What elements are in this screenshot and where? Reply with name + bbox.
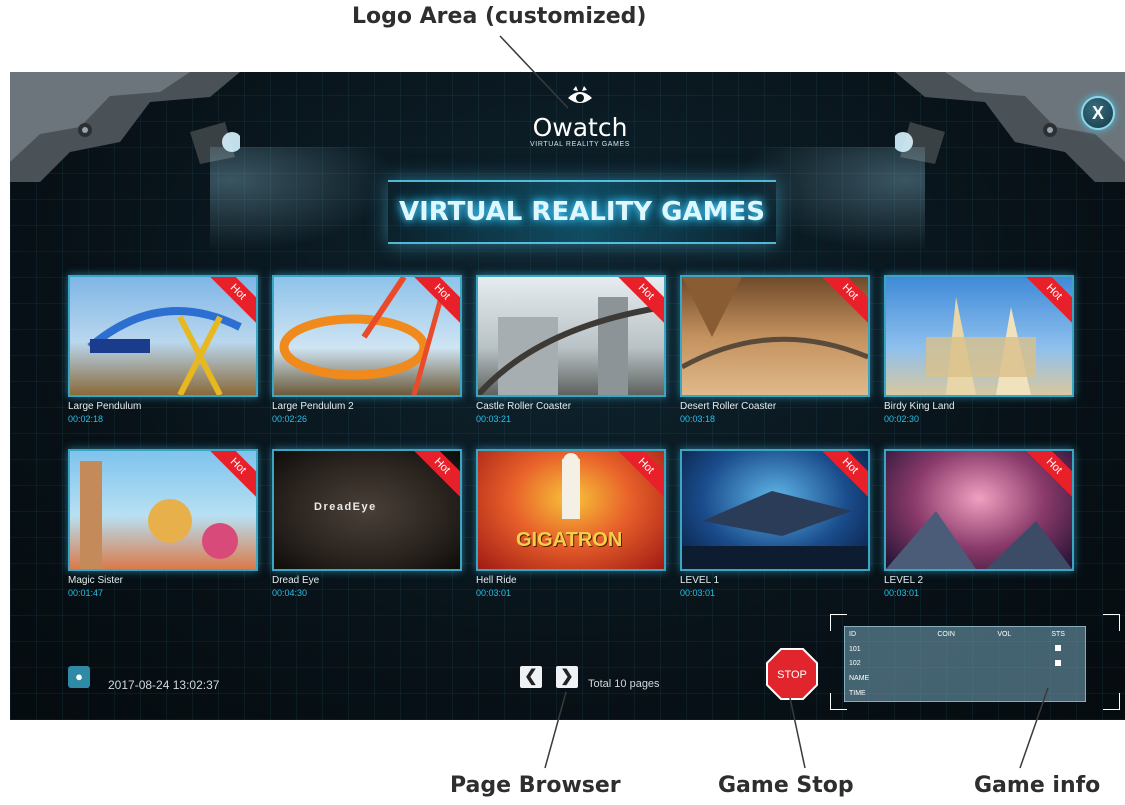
game-title: Hell Ride (476, 575, 517, 586)
sci-fi-corner-left (10, 72, 240, 182)
game-title: Large Pendulum 2 (272, 401, 354, 412)
annotation-game-info: Game info (974, 773, 1101, 798)
annotation-page-browser: Page Browser (450, 773, 621, 798)
game-title: Castle Roller Coaster (476, 401, 572, 412)
game-thumbnail[interactable]: Hot (680, 449, 870, 571)
game-duration: 00:02:18 (68, 414, 104, 424)
game-thumbnail[interactable]: Hot (272, 275, 462, 397)
game-thumbnail[interactable]: GIGATRON Hot (476, 449, 666, 571)
game-thumbnail[interactable]: Hot (884, 275, 1074, 397)
info-row: TIME (845, 686, 1086, 701)
row-id: 101 (849, 645, 861, 653)
status-checkbox[interactable] (1055, 645, 1062, 652)
name-label: NAME (849, 675, 870, 683)
header-id: ID (849, 630, 856, 638)
game-duration: 00:01:47 (68, 588, 104, 598)
banner-title: VIRTUAL REALITY GAMES (398, 197, 766, 227)
game-title: LEVEL 1 (680, 575, 720, 586)
info-row: 101 (845, 642, 1086, 657)
game-title: Large Pendulum (68, 401, 142, 412)
annotation-game-stop: Game Stop (718, 773, 854, 798)
game-info-table: ID COIN VOL STS 101 102 NAME TIME (844, 626, 1086, 702)
game-card[interactable]: Hot Large Pendulum 2 00:02:26 (272, 275, 462, 424)
game-duration: 00:03:21 (476, 414, 512, 424)
game-card[interactable]: Hot Large Pendulum 00:02:18 (68, 275, 258, 424)
logo-area: Owatch VIRTUAL REALITY GAMES (500, 86, 660, 148)
vr-game-screen: X Owatch VIRTUAL REALITY GAMES VIRTUAL R… (10, 72, 1125, 720)
info-header-row: ID COIN VOL STS (845, 627, 1086, 642)
time-label: TIME (849, 690, 866, 698)
game-card[interactable]: Hot Birdy King Land 00:02:30 (884, 275, 1074, 424)
owatch-logo-icon (568, 86, 592, 103)
game-thumbnail[interactable]: Hot (680, 275, 870, 397)
game-card[interactable]: Hot LEVEL 2 00:03:01 (884, 449, 1074, 598)
chevron-right-icon[interactable]: ❯ (556, 666, 578, 688)
header-sts: STS (1051, 630, 1065, 638)
game-duration: 00:04:30 (272, 588, 308, 598)
game-thumbnail[interactable]: Hot (68, 449, 258, 571)
current-datetime: 2017-08-24 13:02:37 (108, 678, 220, 692)
logo-name: Owatch (532, 113, 628, 142)
game-duration: 00:03:18 (680, 414, 716, 424)
game-duration: 00:02:30 (884, 414, 920, 424)
game-card[interactable]: Hot Castle Roller Coaster 00:03:21 (476, 275, 666, 424)
bracket-top-right (1103, 614, 1120, 631)
total-pages-label: Total 10 pages (588, 678, 660, 690)
game-thumbnail[interactable]: DreadEye Hot (272, 449, 462, 571)
game-card[interactable]: Hot Magic Sister 00:01:47 (68, 449, 258, 598)
gigatron-logo: GIGATRON (516, 529, 623, 551)
game-title: Desert Roller Coaster (680, 401, 777, 412)
game-thumbnail[interactable]: Hot (68, 275, 258, 397)
dread-eye-logo: DreadEye (314, 501, 377, 513)
title-banner: VIRTUAL REALITY GAMES (388, 180, 776, 244)
header-coin: COIN (937, 630, 955, 638)
info-row: 102 (845, 657, 1086, 672)
game-title: Magic Sister (68, 575, 124, 586)
stop-button[interactable]: STOP (766, 648, 818, 700)
game-thumbnail[interactable]: Hot (884, 449, 1074, 571)
hot-badge: Hot (407, 451, 460, 501)
game-title: Dread Eye (272, 575, 320, 586)
game-duration: 00:03:01 (680, 588, 716, 598)
info-row: NAME (845, 671, 1086, 686)
game-card[interactable]: DreadEye Hot Dread Eye 00:04:30 (272, 449, 462, 598)
row-id: 102 (849, 660, 861, 668)
game-info-panel: ID COIN VOL STS 101 102 NAME TIME (830, 614, 1120, 710)
game-title: LEVEL 2 (884, 575, 924, 586)
game-thumbnail[interactable]: Hot (476, 275, 666, 397)
game-duration: 00:02:26 (272, 414, 308, 424)
bracket-bottom-right (1103, 693, 1120, 710)
game-card[interactable]: GIGATRON Hot Hell Ride 00:03:01 (476, 449, 666, 598)
spotlight-beam-left (210, 147, 410, 257)
game-duration: 00:03:01 (884, 588, 920, 598)
chevron-left-icon[interactable]: ❮ (520, 666, 542, 688)
stop-label: STOP (777, 669, 807, 681)
game-duration: 00:03:01 (476, 588, 512, 598)
game-card[interactable]: Hot LEVEL 1 00:03:01 (680, 449, 870, 598)
status-checkbox[interactable] (1055, 659, 1062, 666)
game-title: Birdy King Land (884, 401, 955, 412)
close-button[interactable]: X (1081, 96, 1115, 130)
game-card[interactable]: Hot Desert Roller Coaster 00:03:18 (680, 275, 870, 424)
header-vol: VOL (997, 630, 1012, 638)
annotation-logo-area: Logo Area (customized) (352, 4, 647, 29)
money-bag-icon[interactable]: ● (68, 666, 90, 688)
logo-subtitle: VIRTUAL REALITY GAMES (530, 141, 630, 148)
